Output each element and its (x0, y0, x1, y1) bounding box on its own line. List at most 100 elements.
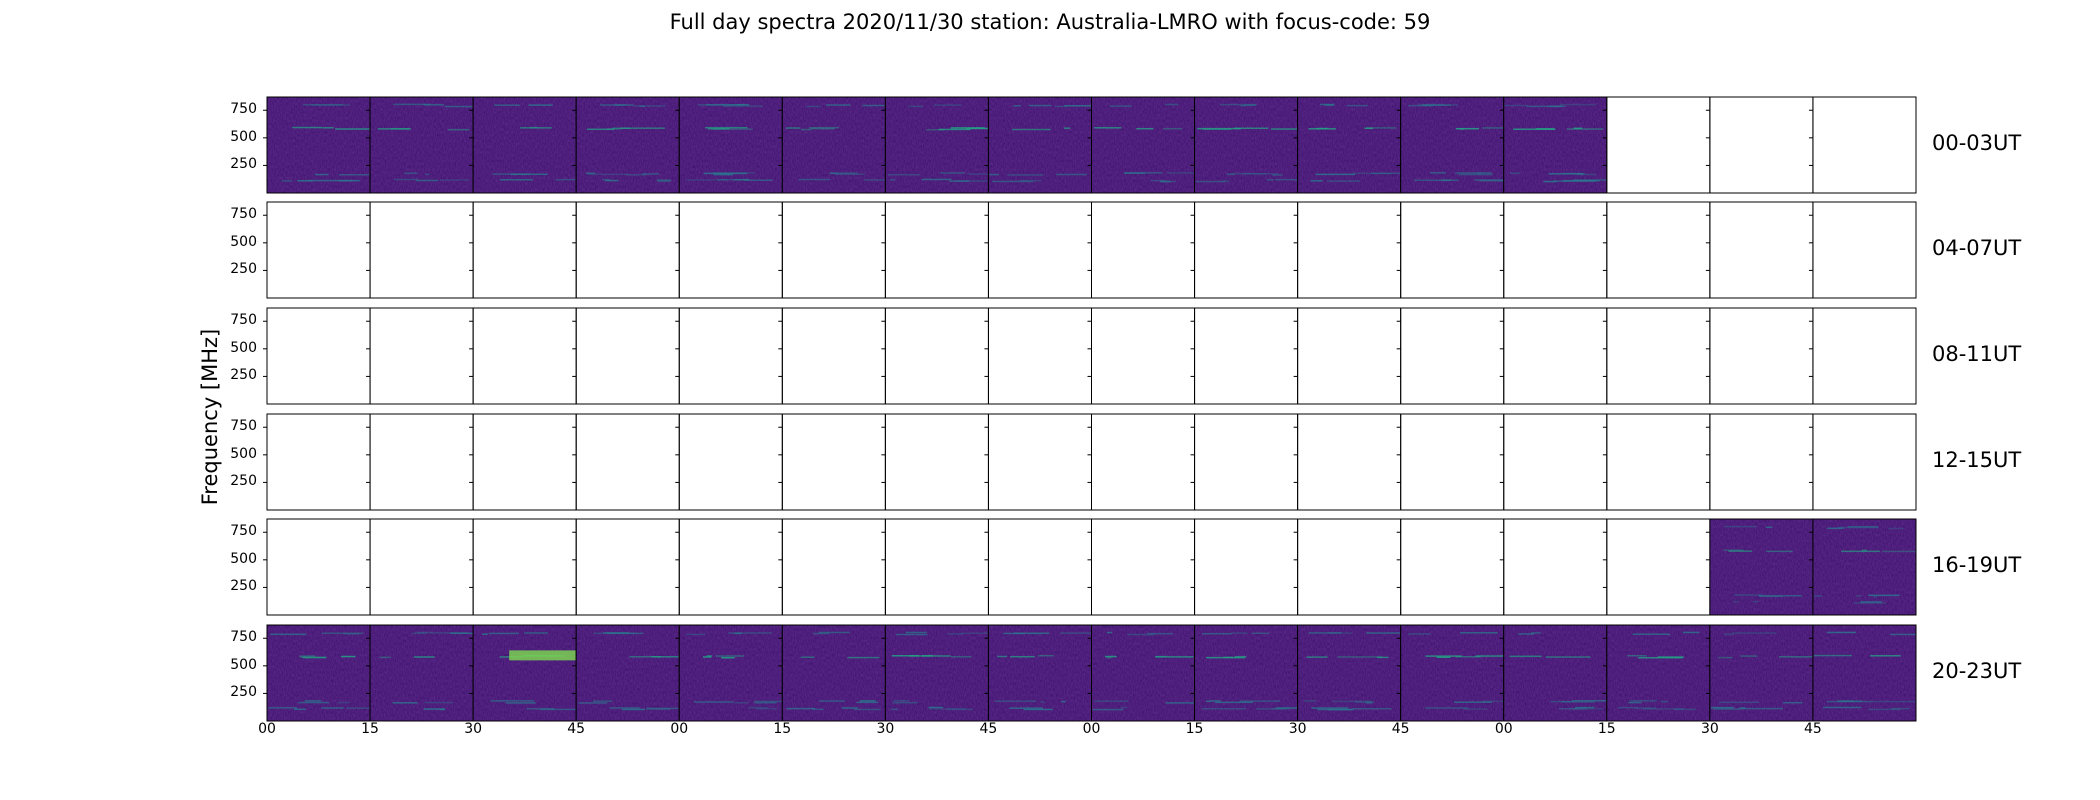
spectrum-noise (370, 625, 474, 721)
emission-streak (864, 179, 886, 181)
emission-streak (1159, 180, 1171, 183)
emission-streak (1206, 656, 1246, 659)
emission-streak (345, 707, 371, 709)
x-tick-label: 45 (979, 721, 998, 737)
panel-frame (266, 201, 371, 299)
emission-streak (1734, 594, 1763, 596)
emission-streak (1759, 595, 1802, 597)
emission-streak (1023, 708, 1053, 711)
panel-frame (1091, 413, 1196, 511)
panel-frame (678, 518, 783, 616)
emission-streak (505, 702, 536, 704)
spectrum-noise (370, 97, 474, 193)
x-tick-label: 30 (1288, 721, 1307, 737)
panel-frame (1709, 413, 1814, 511)
emission-streak (379, 656, 391, 659)
panel-frame (1400, 413, 1505, 511)
emission-streak (1231, 632, 1248, 634)
y-tick-label: 500 (230, 656, 257, 673)
panel-frame (1606, 518, 1711, 616)
spectrum-noise (576, 97, 680, 193)
spectrum-noise (782, 97, 886, 193)
emission-streak (592, 700, 613, 702)
panel-frame (1503, 307, 1608, 405)
emission-streak (1550, 700, 1573, 703)
spectrum-noise (473, 97, 577, 193)
panel-frame (1400, 201, 1505, 299)
emission-streak (1061, 700, 1066, 703)
emission-streak (1028, 632, 1042, 635)
emission-streak (1013, 105, 1021, 107)
panel-frame (1194, 201, 1299, 299)
emission-streak (890, 708, 899, 711)
emission-streak (1545, 656, 1591, 658)
emission-streak (1037, 654, 1054, 657)
emission-streak (1210, 700, 1221, 702)
emission-streak (1638, 656, 1683, 659)
spectrum-noise (1709, 625, 1813, 721)
panel-frame (1503, 201, 1608, 299)
emission-streak (754, 701, 777, 704)
x-tick-label: 15 (361, 721, 379, 737)
x-tick-label: 45 (1391, 721, 1410, 737)
emission-streak (753, 700, 782, 703)
panel-frame (1091, 307, 1196, 405)
emission-streak (393, 103, 431, 106)
emission-streak (1766, 550, 1793, 553)
panel-frame (1297, 307, 1402, 405)
emission-streak (908, 105, 924, 108)
emission-streak (1337, 656, 1383, 658)
emission-streak (1628, 701, 1642, 704)
panel-frame (678, 201, 783, 299)
emission-streak (1436, 656, 1451, 659)
emission-streak (311, 104, 351, 106)
emission-streak (737, 103, 750, 106)
emission-streak (1308, 128, 1337, 130)
emission-streak (1306, 656, 1328, 658)
emission-streak (1271, 128, 1298, 130)
spectrum-noise (988, 625, 1092, 721)
spectrum-noise (1297, 97, 1401, 193)
panel-frame (369, 413, 474, 511)
emission-streak (1311, 707, 1349, 709)
y-tick-label: 500 (230, 445, 257, 462)
emission-streak (1569, 708, 1603, 710)
emission-streak (1304, 700, 1317, 702)
emission-streak (1244, 104, 1256, 106)
y-tick-label: 500 (230, 233, 257, 250)
emission-streak (1010, 655, 1035, 658)
emission-streak (1813, 654, 1852, 657)
emission-streak (956, 180, 988, 182)
emission-streak (482, 633, 488, 635)
emission-streak (1308, 632, 1342, 634)
x-tick-label: 45 (567, 721, 586, 737)
emission-streak (656, 179, 671, 181)
panel-frame (1812, 201, 1917, 299)
panel-frame (884, 201, 989, 299)
spectrum-noise (1297, 625, 1401, 721)
emission-streak (1627, 654, 1647, 657)
emission-streak (1882, 550, 1916, 553)
panel-frame (266, 413, 371, 511)
y-tick-label: 750 (230, 101, 257, 118)
y-tick-label: 250 (230, 261, 257, 278)
emission-streak (1056, 173, 1088, 176)
emission-streak (413, 656, 435, 658)
emission-streak (1408, 633, 1431, 635)
emission-streak (1719, 701, 1760, 704)
panel-frame (1812, 96, 1917, 194)
panel-frame (1091, 518, 1196, 616)
emission-streak (1853, 602, 1887, 604)
emission-streak (524, 632, 548, 634)
emission-streak (715, 655, 744, 657)
panel-frame (1709, 307, 1814, 405)
y-tick-label: 250 (230, 578, 257, 595)
emission-streak (626, 174, 647, 176)
y-tick-label: 250 (230, 473, 257, 490)
panel-frame (678, 413, 783, 511)
emission-streak (1011, 128, 1051, 131)
panel-frame (472, 413, 577, 511)
spectrum-noise (1400, 625, 1504, 721)
y-tick-label: 500 (230, 550, 257, 567)
panel-frame (1606, 96, 1711, 194)
